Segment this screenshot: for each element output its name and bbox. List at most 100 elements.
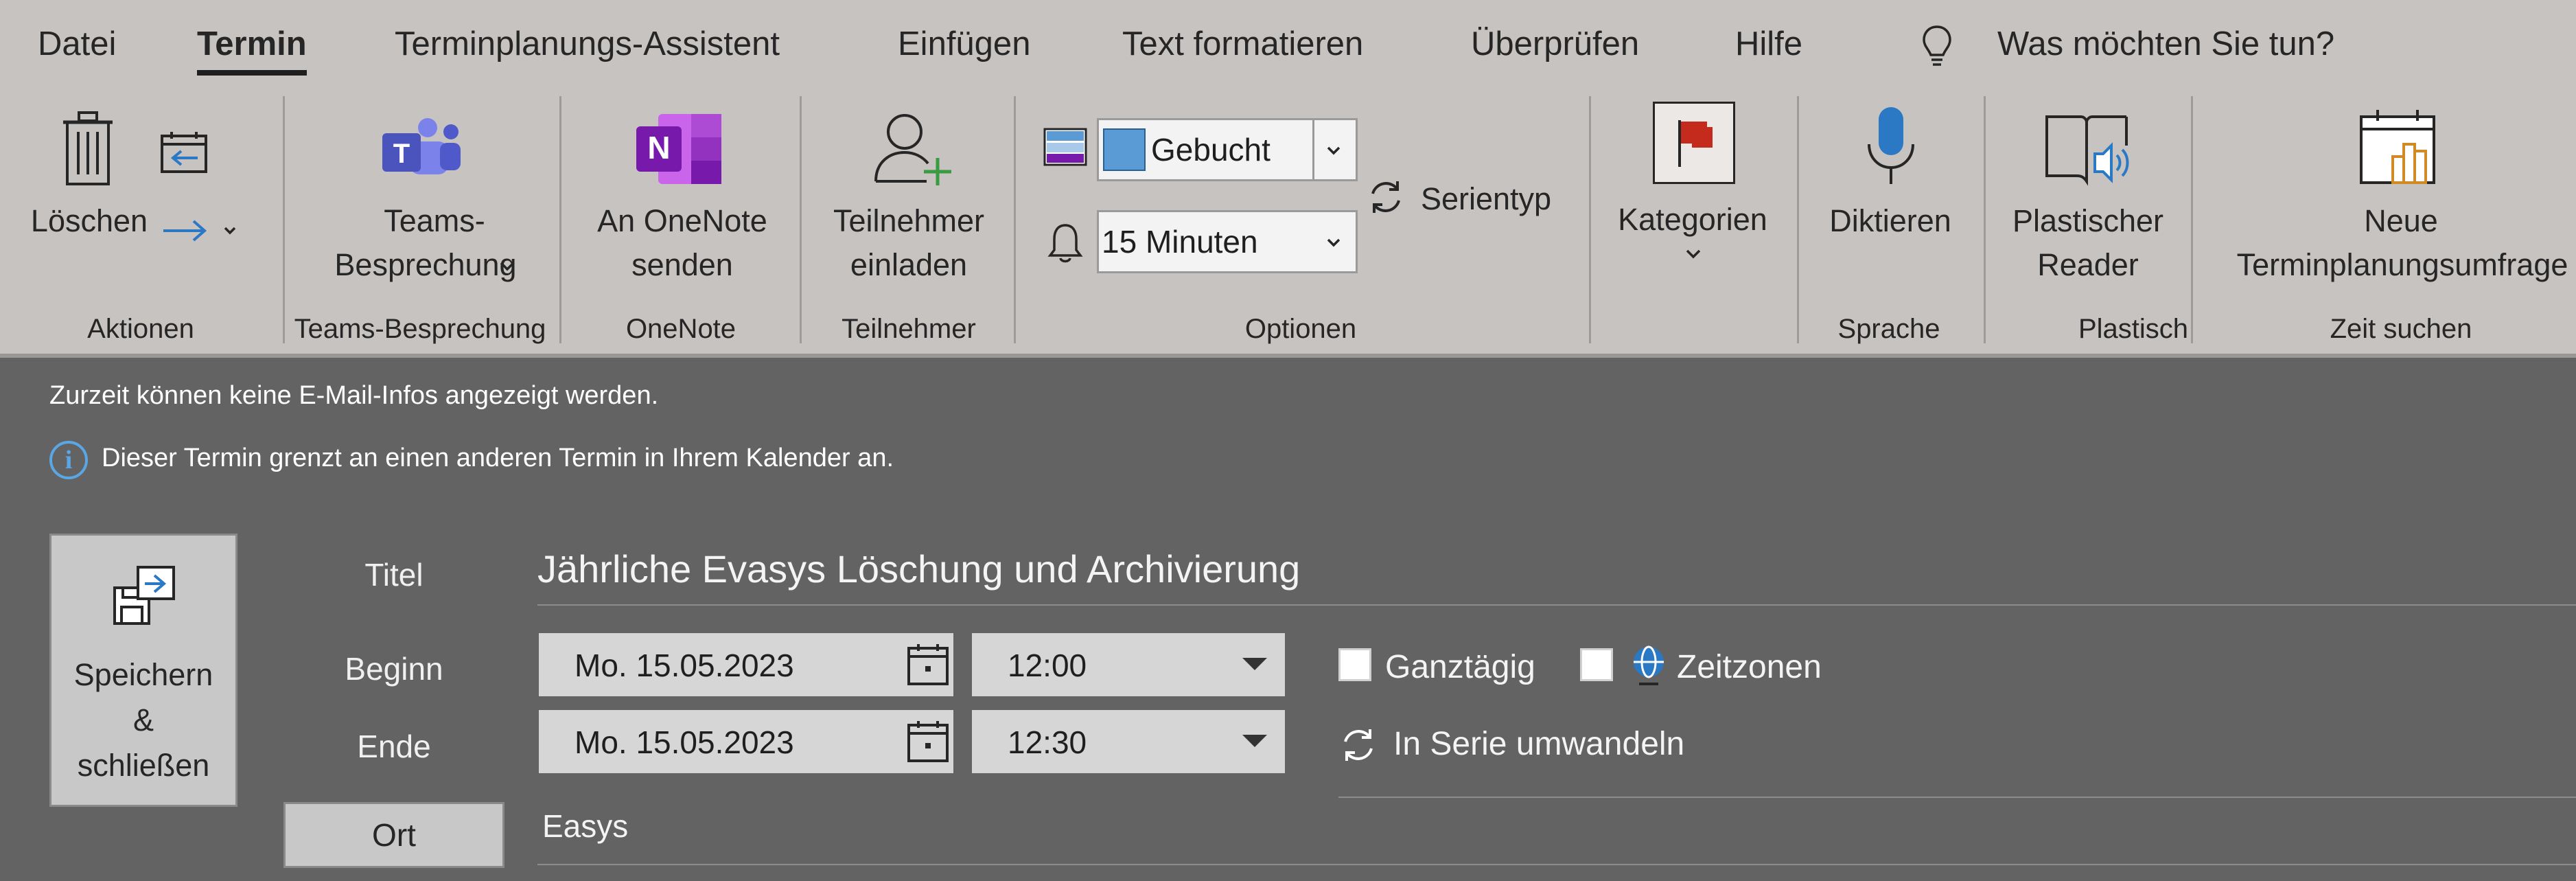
teams-icon[interactable]: T — [380, 117, 462, 179]
teams-meeting-button[interactable]: Besprechung — [334, 243, 516, 287]
make-recurring-link[interactable]: In Serie umwandeln — [1393, 725, 1684, 763]
show-as-icon — [1043, 128, 1087, 166]
group-label-aktionen: Aktionen — [87, 314, 194, 344]
tell-me-search[interactable]: Was möchten Sie tun? — [1997, 25, 2334, 63]
immersive-reader-icon[interactable] — [2043, 111, 2132, 187]
dropdown-triangle-icon[interactable] — [1241, 733, 1268, 750]
separator — [1589, 96, 1591, 343]
trash-icon[interactable] — [60, 111, 115, 187]
scheduling-poll-icon[interactable] — [2358, 108, 2441, 187]
reminder-dropdown[interactable]: 15 Minuten — [1097, 210, 1358, 273]
globe-icon — [1634, 645, 1664, 685]
separator — [559, 96, 561, 343]
show-as-dropdown[interactable]: Gebucht — [1097, 118, 1358, 181]
teams-meeting-label-1[interactable]: Teams- — [384, 199, 485, 243]
show-as-value: Gebucht — [1151, 132, 1270, 168]
menu-bar: Datei Termin Terminplanungs-Assistent Ei… — [0, 0, 2576, 96]
categorize-icon[interactable] — [1653, 102, 1735, 184]
svg-text:N: N — [647, 130, 670, 165]
separator — [1984, 96, 1986, 343]
time-zones-label: Zeitzonen — [1677, 649, 1822, 685]
location-input[interactable]: Easys — [542, 808, 628, 845]
start-label: Beginn — [345, 651, 443, 687]
tab-hilfe[interactable]: Hilfe — [1735, 25, 1802, 63]
bell-icon — [1047, 224, 1083, 263]
lightbulb-icon — [1923, 25, 1951, 66]
send-to-onenote-label-1[interactable]: An OneNote — [597, 199, 767, 243]
recurrence-icon[interactable] — [1366, 177, 1406, 217]
title-value: Jährliche Evasys Löschung und Archivieru… — [537, 547, 1301, 591]
svg-text:T: T — [393, 139, 410, 169]
separator — [283, 96, 285, 343]
location-value: Easys — [542, 808, 629, 844]
new-scheduling-poll-button[interactable]: Terminplanungsumfrage — [2237, 243, 2568, 287]
tab-terminplanungs-assistent[interactable]: Terminplanungs-Assistent — [395, 25, 780, 63]
calendar-icon[interactable] — [906, 720, 950, 764]
tab-einfuegen[interactable]: Einfügen — [898, 25, 1030, 63]
group-label-optionen: Optionen — [1244, 314, 1357, 344]
immersive-reader-label-1[interactable]: Plastischer — [2012, 199, 2163, 243]
adjacent-meeting-info: Dieser Termin grenzt an einen anderen Te… — [102, 444, 894, 472]
tab-termin[interactable]: Termin — [197, 25, 307, 76]
time-zones-checkbox[interactable] — [1580, 648, 1613, 681]
start-time-value: 12:00 — [1008, 648, 1087, 683]
end-date-picker[interactable]: Mo. 15.05.2023 — [539, 710, 953, 773]
title-underline — [537, 604, 2576, 606]
save-label-3: schließen — [77, 748, 210, 783]
onenote-icon[interactable]: N — [634, 111, 726, 187]
reminder-value: 15 Minuten — [1102, 224, 1258, 260]
group-label-onenote: OneNote — [625, 314, 736, 344]
end-time-value: 12:30 — [1008, 724, 1087, 760]
chevron-down-icon[interactable] — [1312, 120, 1356, 179]
location-button[interactable]: Ort — [283, 802, 504, 868]
separator — [1797, 96, 1799, 343]
forward-arrow-icon[interactable] — [159, 217, 242, 244]
all-day-checkbox[interactable] — [1338, 648, 1371, 681]
save-icon — [113, 566, 175, 625]
chevron-down-icon[interactable] — [1685, 247, 1702, 261]
location-underline — [537, 864, 2576, 865]
categorize-button[interactable]: Kategorien — [1618, 198, 1767, 242]
chevron-down-icon[interactable] — [1314, 212, 1356, 271]
info-icon: i — [49, 441, 88, 479]
title-input[interactable]: Jährliche Evasys Löschung und Archivieru… — [537, 547, 1300, 591]
tab-datei[interactable]: Datei — [38, 25, 116, 63]
start-date-picker[interactable]: Mo. 15.05.2023 — [539, 633, 953, 696]
ribbon: Löschen Aktionen T Teams- Besprechung Te… — [0, 96, 2576, 358]
group-label-plastisch: Plastisch — [2078, 314, 2189, 344]
separator — [800, 96, 802, 343]
chevron-down-icon[interactable] — [499, 260, 515, 273]
all-day-label: Ganztägig — [1385, 649, 1535, 685]
recurrence-button[interactable]: Serientyp — [1421, 177, 1551, 221]
add-attendee-icon[interactable] — [872, 111, 954, 187]
start-time-dropdown[interactable]: 12:00 — [972, 633, 1285, 696]
separator — [1014, 96, 1016, 343]
group-label-sprache: Sprache — [1837, 314, 1940, 344]
tab-text-formatieren[interactable]: Text formatieren — [1122, 25, 1363, 63]
new-scheduling-poll-label-1[interactable]: Neue — [2364, 199, 2438, 243]
dictate-button[interactable]: Diktieren — [1829, 199, 1951, 243]
end-label: Ende — [357, 729, 431, 764]
invite-attendees-button[interactable]: einladen — [850, 243, 967, 287]
send-to-onenote-button[interactable]: senden — [631, 243, 733, 287]
recurrence-icon[interactable] — [1338, 725, 1378, 765]
title-label: Titel — [364, 557, 423, 593]
calendar-icon[interactable] — [906, 643, 950, 687]
group-label-zeit-suchen: Zeit suchen — [2330, 314, 2472, 344]
show-as-color-swatch — [1103, 128, 1146, 171]
recurring-underline — [1338, 797, 2576, 798]
mail-tips-info: Zurzeit können keine E-Mail-Infos angeze… — [49, 381, 659, 410]
group-label-teilnehmer: Teilnehmer — [842, 314, 976, 344]
immersive-reader-button[interactable]: Reader — [2037, 243, 2139, 287]
save-and-close-button[interactable]: Speichern & schließen — [49, 534, 237, 807]
dropdown-triangle-icon[interactable] — [1241, 656, 1268, 673]
microphone-icon[interactable] — [1864, 104, 1918, 190]
save-label-2: & — [132, 702, 154, 737]
calendar-move-icon[interactable] — [159, 130, 209, 174]
separator — [2191, 96, 2193, 343]
tab-ueberpruefen[interactable]: Überprüfen — [1471, 25, 1639, 63]
end-time-dropdown[interactable]: 12:30 — [972, 710, 1285, 773]
start-date-value: Mo. 15.05.2023 — [575, 648, 794, 683]
delete-button[interactable]: Löschen — [31, 199, 148, 243]
invite-attendees-label-1[interactable]: Teilnehmer — [833, 199, 984, 243]
